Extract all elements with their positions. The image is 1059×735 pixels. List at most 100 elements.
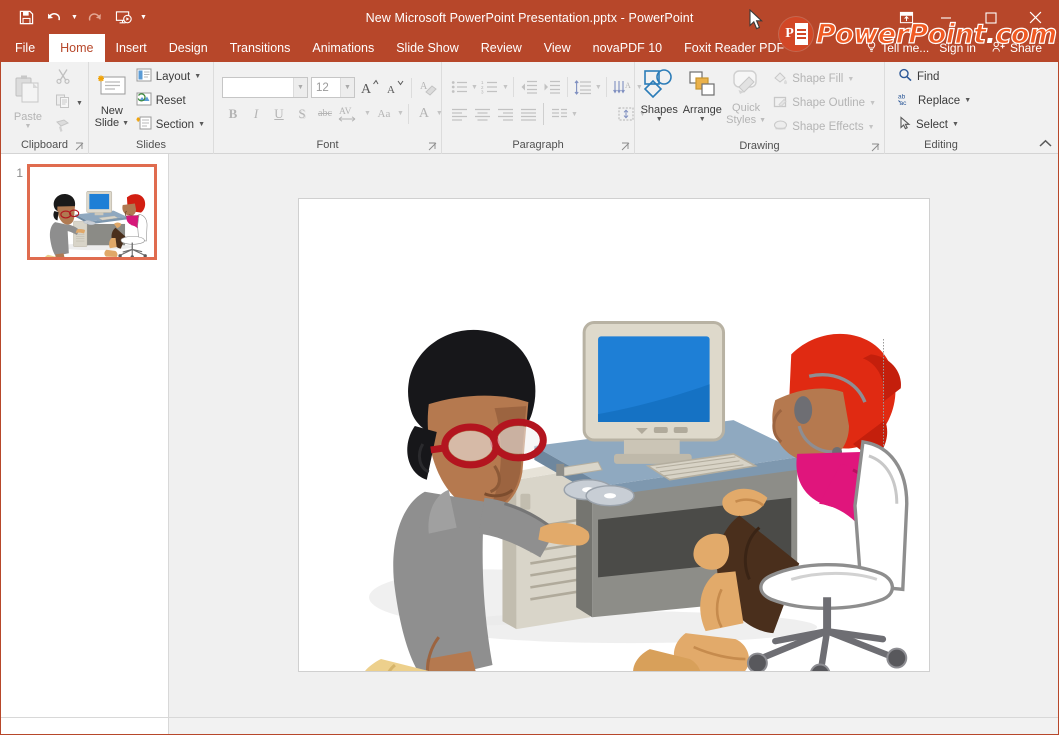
text-direction-button[interactable]: A	[611, 76, 635, 98]
new-slide-caret-icon[interactable]: ▼	[122, 120, 129, 127]
align-left-button[interactable]	[448, 103, 470, 125]
strikethrough-button[interactable]: abc	[314, 103, 336, 125]
arrange-caret-icon[interactable]: ▼	[699, 116, 706, 123]
sign-in-button[interactable]: Sign in	[933, 41, 982, 55]
section-caret-icon[interactable]: ▼	[198, 121, 205, 128]
clipboard-dialog-launcher-icon[interactable]	[74, 142, 84, 152]
maximize-button[interactable]	[968, 1, 1013, 34]
start-slideshow-icon[interactable]	[110, 5, 136, 31]
underline-button[interactable]: U	[268, 103, 290, 125]
tell-me-box[interactable]: Tell me...	[866, 40, 929, 56]
section-button[interactable]: Section ▼	[133, 114, 208, 136]
cut-button[interactable]	[52, 65, 74, 87]
shape-fill-button[interactable]: Shape Fill ▼	[770, 68, 879, 90]
change-case-caret-icon[interactable]: ▼	[397, 110, 404, 117]
replace-caret-icon[interactable]: ▼	[964, 97, 971, 104]
slide-canvas[interactable]	[297, 197, 930, 734]
tab-design[interactable]: Design	[158, 34, 219, 62]
line-spacing-caret-icon[interactable]: ▼	[595, 84, 602, 91]
decrease-font-size-button[interactable]: A	[383, 77, 405, 99]
slide-thumbnail-pane[interactable]: 1	[1, 154, 169, 717]
collapse-ribbon-button[interactable]	[1039, 137, 1052, 151]
select-caret-icon[interactable]: ▼	[952, 121, 959, 128]
font-dialog-launcher-icon[interactable]	[427, 142, 437, 152]
bold-button[interactable]: B	[222, 103, 244, 125]
align-center-button[interactable]	[471, 103, 493, 125]
numbering-button[interactable]: 1 2 3	[479, 76, 501, 98]
undo-dropdown-caret[interactable]: ▼	[69, 5, 80, 31]
replace-button[interactable]: ab ac Replace ▼	[895, 90, 974, 112]
character-spacing-caret-icon[interactable]: ▼	[364, 110, 371, 117]
line-spacing-button[interactable]	[572, 76, 594, 98]
shapes-caret-icon[interactable]: ▼	[656, 116, 663, 123]
quick-styles-button[interactable]: Quick Styles ▼	[726, 67, 766, 126]
shape-effects-button[interactable]: Shape Effects ▼	[770, 116, 879, 138]
minimize-button[interactable]	[923, 1, 968, 34]
change-case-button[interactable]: Aa	[372, 103, 396, 125]
shape-outline-button[interactable]: Shape Outline ▼	[770, 92, 879, 114]
close-button[interactable]	[1013, 1, 1058, 34]
bullets-button[interactable]	[448, 76, 470, 98]
columns-button[interactable]	[548, 103, 570, 125]
clipboard-extra-caret-icon[interactable]: ▼	[76, 100, 83, 107]
group-label-slides: Slides	[89, 137, 213, 154]
shape-outline-icon	[773, 95, 788, 112]
shapes-button[interactable]: Shapes ▼	[640, 67, 679, 123]
select-button[interactable]: Select ▼	[895, 114, 974, 136]
find-button[interactable]: Find	[895, 66, 974, 88]
ribbon-display-options-icon[interactable]	[889, 1, 923, 34]
paste-button[interactable]: Paste ▼	[6, 72, 50, 130]
decrease-indent-button[interactable]	[518, 76, 540, 98]
tab-review[interactable]: Review	[470, 34, 533, 62]
layout-button[interactable]: Layout ▼	[133, 66, 208, 88]
increase-indent-button[interactable]	[541, 76, 563, 98]
font-name-caret-icon[interactable]: ▼	[293, 78, 307, 97]
shape-outline-caret-icon[interactable]: ▼	[869, 100, 876, 107]
slide-thumbnail-frame[interactable]	[27, 164, 157, 260]
tab-slide-show[interactable]: Slide Show	[385, 34, 470, 62]
slide-clipart-image[interactable]	[298, 198, 929, 734]
font-name-combobox[interactable]: ▼	[222, 77, 308, 98]
arrange-button[interactable]: Arrange ▼	[681, 67, 725, 123]
tab-animations[interactable]: Animations	[301, 34, 385, 62]
tab-view[interactable]: View	[533, 34, 582, 62]
shape-fill-caret-icon[interactable]: ▼	[847, 76, 854, 83]
redo-icon[interactable]	[82, 5, 108, 31]
tab-insert[interactable]: Insert	[105, 34, 158, 62]
paragraph-dialog-launcher-icon[interactable]	[620, 142, 630, 152]
layout-caret-icon[interactable]: ▼	[194, 73, 201, 80]
columns-caret-icon[interactable]: ▼	[571, 111, 578, 118]
undo-icon[interactable]	[41, 5, 67, 31]
tab-file[interactable]: File	[1, 34, 50, 62]
ribbon-group-slides: New Slide ▼ Layout ▼ Reset Section ▼ Sli…	[89, 62, 214, 154]
numbering-caret-icon[interactable]: ▼	[502, 84, 509, 91]
text-shadow-button[interactable]: S	[291, 103, 313, 125]
increase-font-size-button[interactable]: A	[358, 77, 380, 99]
new-slide-button[interactable]: New Slide ▼	[94, 72, 130, 129]
tab-transitions[interactable]: Transitions	[219, 34, 302, 62]
font-size-combobox[interactable]: 12 ▼	[311, 77, 355, 98]
bullets-caret-icon[interactable]: ▼	[471, 84, 478, 91]
character-spacing-button[interactable]: AV	[337, 103, 363, 125]
font-color-button[interactable]: A	[413, 103, 435, 125]
paste-caret-icon[interactable]: ▼	[25, 123, 32, 130]
slide-thumbnail-item[interactable]: 1	[1, 164, 168, 260]
save-icon[interactable]	[13, 5, 39, 31]
drawing-dialog-launcher-icon[interactable]	[870, 143, 880, 153]
clear-formatting-button[interactable]: A	[418, 77, 440, 99]
slide-editing-pane[interactable]	[169, 154, 1058, 734]
shape-effects-caret-icon[interactable]: ▼	[868, 124, 875, 131]
quick-styles-caret-icon[interactable]: ▼	[759, 117, 766, 124]
tab-foxit-reader-pdf[interactable]: Foxit Reader PDF	[673, 34, 795, 62]
tab-home[interactable]: Home	[49, 34, 105, 62]
font-size-caret-icon[interactable]: ▼	[340, 78, 354, 97]
format-painter-button[interactable]	[52, 115, 74, 137]
reset-button[interactable]: Reset	[133, 90, 208, 112]
italic-button[interactable]: I	[245, 103, 267, 125]
justify-button[interactable]	[517, 103, 539, 125]
share-button[interactable]: Share	[986, 41, 1048, 56]
customize-qat-caret[interactable]: ▼	[138, 5, 149, 31]
copy-button[interactable]	[52, 90, 74, 112]
tab-novapdf[interactable]: novaPDF 10	[582, 34, 673, 62]
align-right-button[interactable]	[494, 103, 516, 125]
